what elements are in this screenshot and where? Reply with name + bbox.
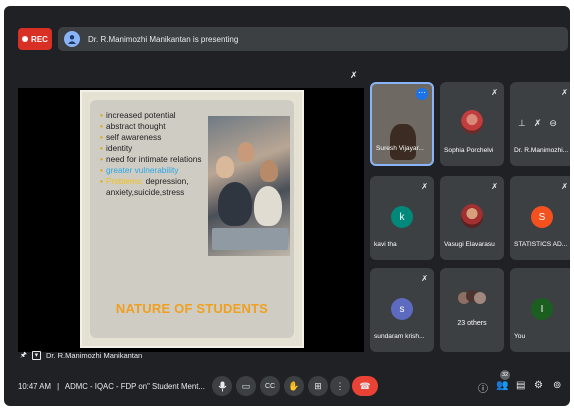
recording-label: REC [31, 34, 48, 44]
clock: 10:47 AM [18, 382, 51, 391]
chat-icon[interactable]: ▤ [516, 380, 525, 391]
recording-indicator[interactable]: REC [18, 28, 52, 50]
more-options-icon[interactable]: ⋯ [416, 88, 428, 100]
pin-icon[interactable]: 🖈 [20, 349, 27, 362]
others-count: 23 others [457, 320, 487, 327]
end-call-button[interactable]: ☎ [352, 376, 378, 396]
host-controls-icon[interactable]: ⊚ [553, 380, 561, 391]
participant-video [390, 124, 416, 160]
self-tile[interactable]: I You [510, 268, 570, 352]
participant-name: sundaram krish... [374, 333, 425, 340]
meeting-name: ADMC - IQAC - FDP on" Student Ment... [64, 382, 205, 391]
participant-name: You [514, 333, 526, 340]
participant-name: Dr. R.Manimozhi... [514, 147, 569, 154]
captions-button[interactable]: CC [260, 376, 280, 396]
mic-off-icon: ✗ [421, 274, 428, 283]
activities-icon[interactable]: ⚙ [534, 380, 543, 391]
participant-name: Suresh Vijayar... [376, 145, 424, 152]
end-call-icon: ☎ [359, 380, 371, 391]
camera-off-icon: ▭ [241, 380, 251, 391]
slide-title: NATURE OF STUDENTS [115, 301, 269, 316]
participants-count-badge: 32 [500, 370, 510, 380]
captions-icon: CC [264, 382, 276, 390]
people-icon[interactable]: 👥 32 [496, 370, 510, 391]
participant-tile[interactable]: ✗ s sundaram krish... [370, 268, 434, 352]
bullet-item: identity [100, 143, 212, 154]
more-options-button[interactable]: ⋮ [330, 376, 350, 396]
mic-off-icon: ✗ [561, 182, 568, 191]
present-icon: ⊞ [314, 380, 322, 391]
presentation-stage[interactable]: increased potential abstract thought sel… [18, 88, 364, 352]
camera-button[interactable]: ▭ [236, 376, 256, 396]
others-tile[interactable]: 23 others [440, 268, 504, 352]
meeting-info: 10:47 AM | ADMC - IQAC - FDP on" Student… [18, 382, 205, 391]
person-icon [68, 35, 76, 44]
presenter-avatar [64, 31, 80, 47]
record-dot-icon [22, 36, 29, 42]
avatar: s [391, 298, 413, 320]
participant-name: STATISTICS AD... [514, 241, 568, 248]
avatar: S [531, 206, 553, 228]
raise-hand-button[interactable]: ✋ [284, 376, 304, 396]
mic-icon [218, 381, 226, 391]
avatar: I [531, 298, 553, 320]
bullet-item: self awareness [100, 132, 212, 143]
students-photo [208, 116, 290, 256]
mic-button[interactable] [212, 376, 232, 396]
others-avatars-icon [458, 290, 486, 308]
participant-name: Sophia Porchelvi [444, 147, 494, 154]
bullet-item: need for intimate relations [100, 154, 212, 165]
participant-tile[interactable]: ⋯ Suresh Vijayar... [370, 82, 434, 166]
bullet-item: abstract thought [100, 121, 212, 132]
presenting-text: Dr. R.Manimozhi Manikantan is presenting [88, 34, 239, 44]
meet-window: REC Dr. R.Manimozhi Manikantan is presen… [4, 6, 570, 406]
bottom-toolbar: 10:47 AM | ADMC - IQAC - FDP on" Student… [4, 370, 570, 406]
slide-bullets: increased potential abstract thought sel… [100, 110, 212, 198]
presenter-name: Dr. R.Manimozhi Manikantan [45, 351, 143, 360]
info-icon[interactable]: ⓘ [478, 380, 488, 395]
fullscreen-icon[interactable]: ▾ [31, 351, 41, 360]
bullet-item: increased potential [100, 110, 212, 121]
slide: increased potential abstract thought sel… [80, 90, 304, 348]
presenter-name-bar: 🖈 ▾ Dr. R.Manimozhi Manikantan [20, 349, 142, 362]
bullet-item-problems: Problems: depression, anxiety,suicide,st… [100, 176, 212, 198]
participant-tile[interactable]: ✗ Sophia Porchelvi [440, 82, 504, 166]
participant-tile[interactable]: ✗ k kavi tha [370, 176, 434, 260]
avatar: k [391, 206, 413, 228]
presenting-banner: Dr. R.Manimozhi Manikantan is presenting [58, 27, 568, 51]
present-button[interactable]: ⊞ [308, 376, 328, 396]
participant-tile[interactable]: ✗ ⊥ ✗ ⊖ Dr. R.Manimozhi... [510, 82, 570, 166]
mute-icon[interactable]: ✗ [534, 118, 542, 129]
avatar [461, 110, 483, 134]
remove-icon[interactable]: ⊖ [549, 118, 557, 129]
participant-tile[interactable]: ✗ Vasugi Elavarasu [440, 176, 504, 260]
participant-name: Vasugi Elavarasu [444, 241, 495, 248]
more-icon: ⋮ [335, 380, 345, 391]
tile-hover-controls: ⊥ ✗ ⊖ [518, 118, 557, 129]
avatar [461, 204, 483, 228]
participant-name: kavi tha [374, 241, 397, 248]
problems-label: Problems: [106, 176, 144, 186]
mic-off-icon: ✗ [491, 182, 498, 191]
mic-off-icon: ✗ [421, 182, 428, 191]
separator: | [57, 382, 60, 391]
slide-content: increased potential abstract thought sel… [90, 100, 294, 338]
participant-tile[interactable]: ✗ S STATISTICS AD... [510, 176, 570, 260]
mic-off-icon: ✗ [561, 88, 568, 97]
pin-icon[interactable]: ⊥ [518, 118, 526, 129]
raise-hand-icon: ✋ [288, 380, 300, 391]
bullet-item-highlight: greater vulnerability [100, 165, 212, 176]
presentation-mic-off-icon: ✗ [350, 70, 358, 80]
mic-off-icon: ✗ [491, 88, 498, 97]
